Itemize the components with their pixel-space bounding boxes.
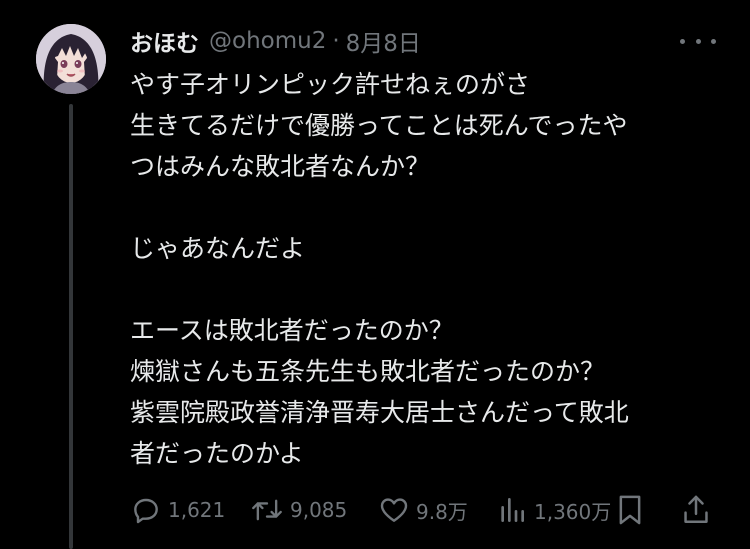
tweet-line: 煉獄さんも五条先生も敗北者だったのか？: [130, 357, 606, 386]
anime-girl-avatar-icon: [36, 24, 106, 94]
heart-icon: [380, 498, 408, 522]
retweet-icon: [252, 499, 282, 521]
tweet-line: じゃあなんだよ: [130, 234, 306, 263]
share-button[interactable]: [680, 490, 712, 530]
more-dot: [680, 38, 685, 44]
tweet-line: つはみんな敗北者なんか？: [130, 152, 431, 181]
more-dots-icon[interactable]: [680, 30, 716, 52]
thread-line: [69, 104, 73, 549]
tweet-line: 生きてるだけで優勝ってことは死んでったや: [130, 111, 628, 140]
action-bar: 1,621 9,085 9.8万 1,360万: [130, 490, 730, 530]
bookmark-icon: [619, 495, 641, 525]
tweet-line: 紫雲院殿政誉清浄晋寿大居士さんだって敗北: [130, 398, 629, 427]
tweet-date[interactable]: 8月8日: [346, 24, 421, 58]
share-icon: [684, 495, 708, 524]
separator-dot: ·: [332, 28, 340, 54]
reply-count: 1,621: [168, 498, 226, 522]
tweet-line: 者だったのかよ: [130, 439, 304, 468]
tweet-text: やす子オリンピック許せねぇのがさ 生きてるだけで優勝ってことは死んでったや つは…: [130, 64, 730, 474]
more-dot: [695, 38, 701, 44]
views-bar-icon: [501, 498, 524, 522]
tweet-header: おほむ @ohomu2 · 8月8日: [130, 22, 421, 60]
bookmark-button[interactable]: [614, 490, 646, 530]
reply-icon: [134, 498, 158, 524]
display-name[interactable]: おほむ: [130, 24, 199, 58]
like-count: 9.8万: [416, 499, 468, 524]
like-button[interactable]: 9.8万: [378, 490, 468, 530]
tweet-line: やす子オリンピック許せねぇのがさ: [130, 70, 531, 99]
retweet-button[interactable]: 9,085: [250, 490, 347, 530]
retweet-count: 9,085: [290, 498, 348, 522]
tweet-line: エースは敗北者だったのか？: [130, 316, 454, 345]
user-handle[interactable]: @ohomu2: [209, 28, 326, 54]
more-dot: [711, 38, 716, 44]
reply-button[interactable]: 1,621: [130, 490, 225, 530]
views-count: 1,360万: [534, 499, 612, 524]
tweet[interactable]: おほむ @ohomu2 · 8月8日 やす子オリンピック許せねぇのがさ 生きてる…: [0, 0, 750, 549]
avatar[interactable]: [36, 24, 106, 94]
views-button[interactable]: 1,360万: [496, 490, 611, 530]
